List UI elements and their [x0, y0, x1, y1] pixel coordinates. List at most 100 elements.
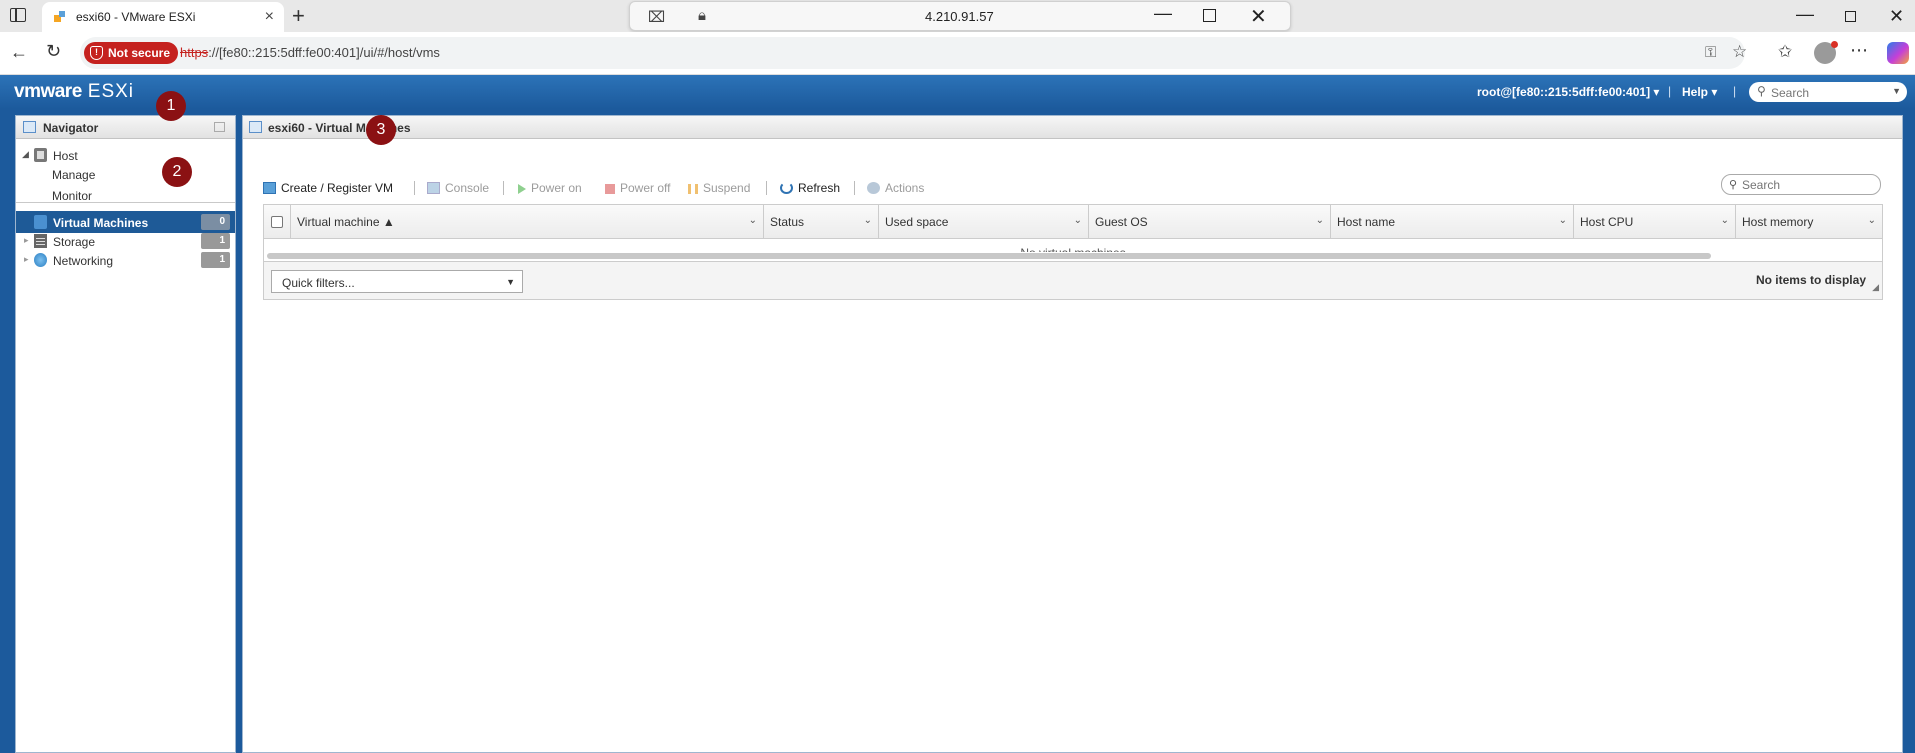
key-icon[interactable]: ⚿	[1705, 44, 1716, 61]
horizontal-scrollbar[interactable]	[267, 253, 1711, 259]
create-register-vm-button[interactable]: Create / Register VM	[263, 178, 393, 198]
select-all-cell	[264, 205, 291, 238]
reload-icon[interactable]: ↻	[46, 41, 61, 62]
navigator-panel: Navigator ◢ Host Manage Monitor Virtual …	[15, 115, 236, 753]
count-badge: 1	[201, 233, 230, 249]
expand-arrow-icon[interactable]: ▸	[24, 254, 29, 265]
column-label: Guest OS	[1095, 215, 1148, 229]
annotation-marker-2: 2	[162, 157, 192, 187]
column-menu-chevron-icon[interactable]: ⌄	[749, 215, 757, 226]
create-register-vm-label: Create / Register VM	[281, 181, 394, 195]
favorites-icon[interactable]: ✩	[1778, 42, 1792, 62]
column-host-memory[interactable]: Host memory ⌄	[1736, 205, 1882, 238]
help-menu[interactable]: Help ▾	[1682, 85, 1717, 99]
more-menu-icon[interactable]: ⋯	[1850, 40, 1868, 61]
column-menu-chevron-icon[interactable]: ⌄	[1868, 215, 1876, 226]
navigator-icon	[23, 121, 36, 133]
browser-tab[interactable]: esxi60 - VMware ESXi ×	[42, 2, 284, 32]
column-menu-chevron-icon[interactable]: ⌄	[1721, 215, 1729, 226]
expand-triangle-icon[interactable]: ◢	[22, 149, 29, 160]
expand-arrow-icon[interactable]: ▸	[24, 235, 29, 246]
console-button[interactable]: Console	[427, 178, 489, 198]
tab-title: esxi60 - VMware ESXi	[76, 10, 196, 24]
window-minimize-icon[interactable]: —	[1796, 4, 1814, 25]
user-menu[interactable]: root@[fe80::215:5dff:fe00:401] ▾	[1477, 85, 1659, 99]
column-host-cpu[interactable]: Host CPU ⌄	[1574, 205, 1736, 238]
column-menu-chevron-icon[interactable]: ⌄	[1074, 215, 1082, 226]
vm-search-input[interactable]	[1742, 178, 1872, 192]
logo-vmware-text: vmware	[14, 81, 82, 102]
address-bar-row: ← ↻ ! Not secure https://[fe80::215:5dff…	[0, 32, 1915, 75]
tab-actions-icon[interactable]	[10, 8, 26, 22]
console-icon	[427, 182, 440, 194]
remote-session-bar: ⌧ 🔒︎ 4.210.91.57 — ✕	[629, 1, 1291, 31]
session-minimize-icon[interactable]: —	[1154, 3, 1172, 24]
session-restore-icon[interactable]	[1203, 9, 1216, 22]
new-tab-icon[interactable]: +	[292, 3, 305, 29]
unpin-icon[interactable]: ⌧	[648, 8, 665, 26]
back-arrow-icon[interactable]: ←	[10, 42, 28, 63]
column-used-space[interactable]: Used space ⌄	[879, 205, 1089, 238]
power-on-button[interactable]: Power on	[518, 178, 582, 198]
browser-tab-bar: esxi60 - VMware ESXi × + ⌧ 🔒︎ 4.210.91.5…	[0, 0, 1915, 32]
count-badge: 0	[201, 214, 230, 230]
virtual-machines-icon	[249, 121, 262, 133]
column-menu-chevron-icon[interactable]: ⌄	[864, 215, 872, 226]
empty-table-message: No virtual machines	[264, 246, 1882, 252]
remote-host-address: 4.210.91.57	[925, 9, 994, 24]
toolbar-separator	[503, 181, 504, 195]
power-off-button[interactable]: Power off	[605, 178, 670, 198]
pause-icon	[688, 184, 698, 194]
play-icon	[518, 184, 526, 194]
select-all-checkbox[interactable]	[271, 216, 283, 228]
tab-close-icon[interactable]: ×	[265, 8, 274, 26]
quick-filters-select[interactable]: Quick filters... ▼	[271, 270, 523, 293]
refresh-button[interactable]: Refresh	[780, 178, 840, 198]
annotation-marker-3: 3	[366, 115, 396, 145]
nav-item-networking[interactable]: ▸ Networking 1	[16, 249, 235, 271]
session-close-icon[interactable]: ✕	[1250, 4, 1267, 29]
count-badge: 1	[201, 252, 230, 268]
column-menu-chevron-icon[interactable]: ⌄	[1559, 215, 1567, 226]
url-text[interactable]: https://[fe80::215:5dff:fe00:401]/ui/#/h…	[180, 45, 440, 60]
column-virtual-machine[interactable]: Virtual machine ▲ ⌄	[291, 205, 764, 238]
vm-toolbar: Create / Register VM Console Power on Po…	[263, 178, 1895, 198]
power-on-label: Power on	[531, 181, 582, 195]
nav-item-manage[interactable]: Manage	[16, 163, 235, 185]
actions-button[interactable]: Actions	[867, 178, 924, 198]
navigator-title: Navigator	[43, 121, 99, 135]
collapse-navigator-icon[interactable]	[214, 122, 225, 132]
refresh-icon	[780, 182, 793, 194]
nav-item-label: Manage	[52, 168, 96, 182]
url-path: ://[fe80::215:5dff:fe00:401]/ui/#/host/v…	[208, 45, 440, 60]
suspend-label: Suspend	[703, 181, 751, 195]
column-guest-os[interactable]: Guest OS ⌄	[1089, 205, 1331, 238]
nav-item-label: Virtual Machines	[53, 216, 149, 230]
column-status[interactable]: Status ⌄	[764, 205, 879, 238]
storage-icon	[34, 234, 47, 248]
copilot-icon[interactable]	[1887, 42, 1909, 64]
window-restore-icon[interactable]	[1845, 11, 1856, 22]
column-host-name[interactable]: Host name ⌄	[1331, 205, 1574, 238]
stop-icon	[605, 184, 615, 194]
resize-grip-icon[interactable]: ◢	[1872, 282, 1879, 293]
chevron-down-icon[interactable]: ▼	[1892, 86, 1901, 96]
nav-item-label: Storage	[53, 235, 96, 249]
url-box[interactable]: ! Not secure https://[fe80::215:5dff:fe0…	[80, 37, 1747, 69]
gear-icon	[867, 182, 880, 194]
global-search-input[interactable]	[1771, 86, 1881, 100]
suspend-button[interactable]: Suspend	[688, 178, 750, 198]
esxi-app: vmware ESXi root@[fe80::215:5dff:fe00:401…	[0, 75, 1915, 753]
vm-search[interactable]: ⚲	[1721, 174, 1881, 195]
quick-filters-label: Quick filters...	[282, 276, 355, 290]
vmware-esxi-logo: vmware ESXi	[14, 81, 134, 103]
lock-icon[interactable]: 🔒︎	[698, 7, 706, 24]
global-search[interactable]: ⚲ ▼	[1749, 82, 1907, 102]
toolbar-separator	[414, 181, 415, 195]
actions-label: Actions	[885, 181, 925, 195]
column-menu-chevron-icon[interactable]: ⌄	[1316, 215, 1324, 226]
favorite-star-icon[interactable]: ☆	[1732, 42, 1747, 62]
not-secure-badge[interactable]: ! Not secure	[84, 42, 179, 64]
window-close-icon[interactable]: ✕	[1889, 6, 1904, 27]
nav-divider	[16, 202, 235, 203]
